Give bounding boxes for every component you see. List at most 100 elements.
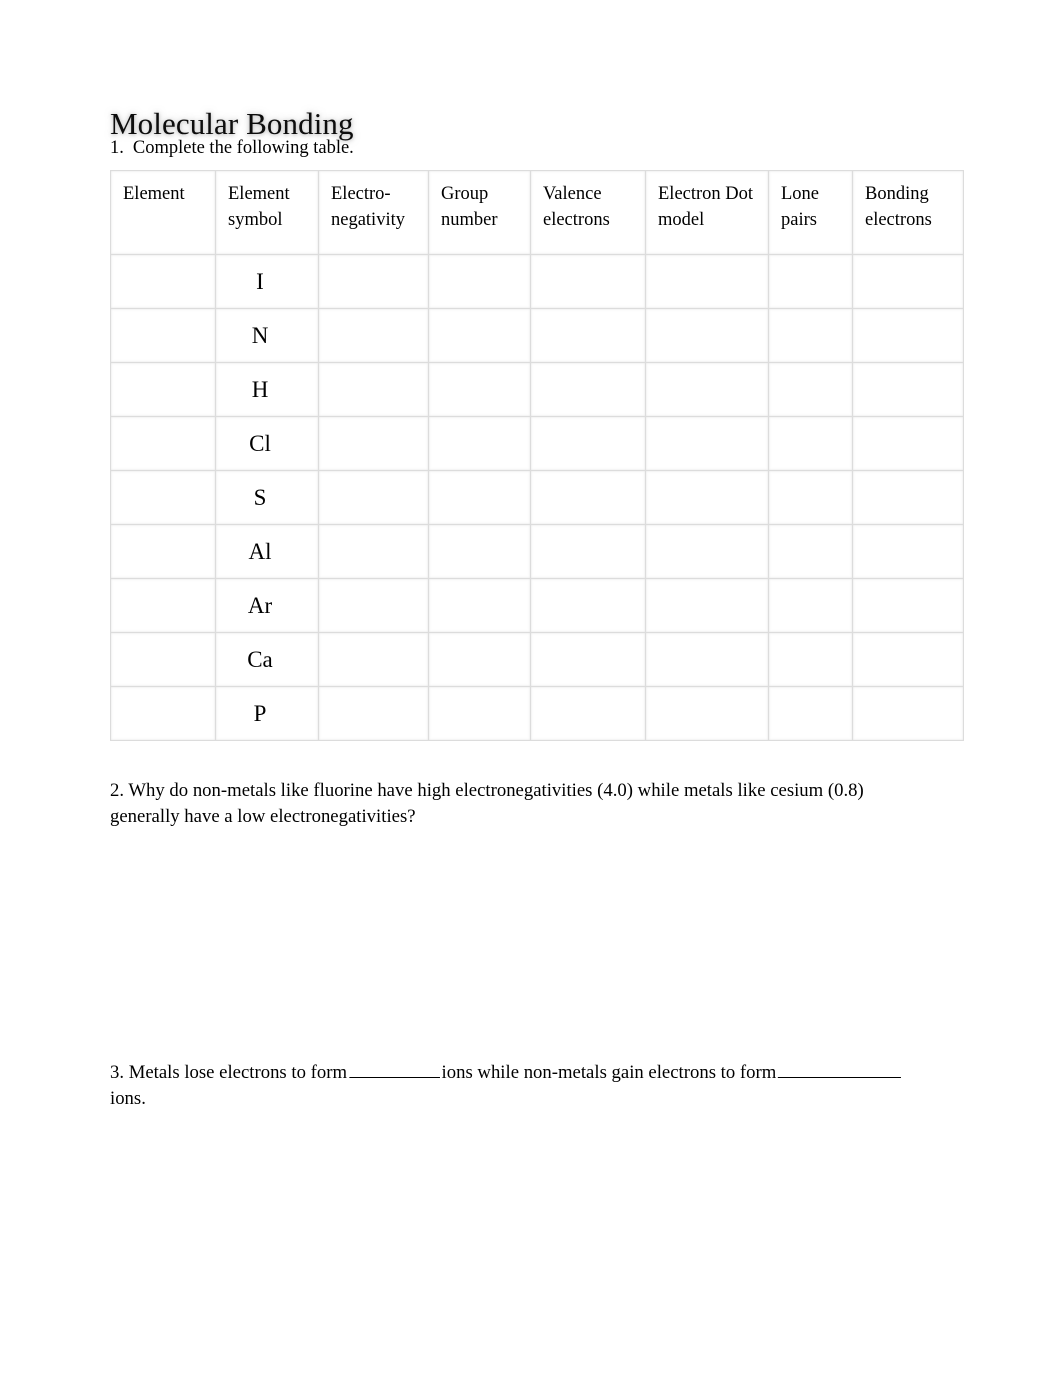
cell-element-symbol: I [215,254,319,309]
cell-valence-electrons[interactable] [530,254,646,309]
cell-element-symbol: P [215,686,319,741]
cell-bonding-electrons[interactable] [852,470,964,525]
cell-electronegativity[interactable] [318,254,429,309]
cell-valence-electrons[interactable] [530,470,646,525]
cell-electronegativity[interactable] [318,524,429,579]
cell-valence-electrons[interactable] [530,686,646,741]
question-1-number: 1. [110,138,124,158]
cell-element[interactable] [110,578,216,633]
question-3-part-c: ions. [110,1087,146,1109]
table-row: Cl [110,416,964,471]
cell-electron-dot-model[interactable] [645,686,769,741]
question-3-blank-2[interactable] [778,1062,902,1078]
cell-valence-electrons[interactable] [530,632,646,687]
cell-bonding-electrons[interactable] [852,362,964,417]
table-row: S [110,470,964,525]
cell-lone-pairs[interactable] [768,362,853,417]
cell-electronegativity[interactable] [318,308,429,363]
column-header-valence-electrons: Valence electrons [530,170,646,255]
cell-group-number[interactable] [428,470,531,525]
question-3-blank-1[interactable] [348,1062,440,1078]
cell-element[interactable] [110,686,216,741]
cell-electron-dot-model[interactable] [645,632,769,687]
cell-electron-dot-model[interactable] [645,524,769,579]
cell-lone-pairs[interactable] [768,254,853,309]
cell-electron-dot-model[interactable] [645,416,769,471]
cell-valence-electrons[interactable] [530,416,646,471]
cell-group-number[interactable] [428,308,531,363]
question-3: 3. Metals lose electrons to form ions whi… [110,1060,937,1111]
cell-bonding-electrons[interactable] [852,524,964,579]
cell-element[interactable] [110,416,216,471]
cell-lone-pairs[interactable] [768,470,853,525]
column-header-element: Element [110,170,216,255]
cell-electronegativity[interactable] [318,362,429,417]
cell-lone-pairs[interactable] [768,416,853,471]
cell-element-symbol: Ca [215,632,319,687]
element-table-container: Element Element symbol Electro- negativi… [110,170,964,741]
cell-electron-dot-model[interactable] [645,254,769,309]
cell-valence-electrons[interactable] [530,362,646,417]
cell-lone-pairs[interactable] [768,632,853,687]
cell-electronegativity[interactable] [318,416,429,471]
cell-electronegativity[interactable] [318,470,429,525]
column-header-electronegativity: Electro- negativity [318,170,429,255]
table-header-row: Element Element symbol Electro- negativi… [110,170,964,255]
cell-element[interactable] [110,632,216,687]
column-header-group-number: Group number [428,170,531,255]
cell-valence-electrons[interactable] [530,578,646,633]
cell-electron-dot-model[interactable] [645,362,769,417]
cell-electron-dot-model[interactable] [645,470,769,525]
cell-electronegativity[interactable] [318,632,429,687]
cell-bonding-electrons[interactable] [852,308,964,363]
cell-electron-dot-model[interactable] [645,308,769,363]
cell-element-symbol: H [215,362,319,417]
cell-group-number[interactable] [428,254,531,309]
cell-lone-pairs[interactable] [768,308,853,363]
cell-group-number[interactable] [428,416,531,471]
cell-bonding-electrons[interactable] [852,632,964,687]
cell-lone-pairs[interactable] [768,524,853,579]
cell-element[interactable] [110,524,216,579]
column-header-electron-dot-model: Electron Dot model [645,170,769,255]
cell-valence-electrons[interactable] [530,524,646,579]
element-properties-table: Element Element symbol Electro- negativi… [110,170,964,741]
cell-element[interactable] [110,308,216,363]
cell-bonding-electrons[interactable] [852,254,964,309]
cell-group-number[interactable] [428,632,531,687]
cell-element[interactable] [110,362,216,417]
table-row: N [110,308,964,363]
cell-group-number[interactable] [428,578,531,633]
table-row: P [110,686,964,741]
cell-element-symbol: Ar [215,578,319,633]
table-body: I N H Cl S Al Ar Ca P [110,254,964,741]
question-2-text: 2. Why do non-metals like fluorine have … [110,780,864,827]
cell-lone-pairs[interactable] [768,686,853,741]
cell-electronegativity[interactable] [318,578,429,633]
cell-valence-electrons[interactable] [530,308,646,363]
cell-element[interactable] [110,254,216,309]
question-1-text: Complete the following table. [132,138,354,158]
cell-electron-dot-model[interactable] [645,578,769,633]
question-3-part-b: ions while non-metals gain electrons to … [441,1062,777,1083]
cell-bonding-electrons[interactable] [852,686,964,741]
table-row: Al [110,524,964,579]
cell-element-symbol: Cl [215,416,319,471]
cell-bonding-electrons[interactable] [852,578,964,633]
question-3-part-a: 3. Metals lose electrons to form [110,1062,348,1083]
column-header-bonding-electrons: Bonding electrons [852,170,964,255]
cell-group-number[interactable] [428,686,531,741]
table-row: Ar [110,578,964,633]
table-row: H [110,362,964,417]
cell-electronegativity[interactable] [318,686,429,741]
question-1-prompt: 1. Complete the following table. [110,136,354,160]
table-row: Ca [110,632,964,687]
cell-lone-pairs[interactable] [768,578,853,633]
cell-group-number[interactable] [428,362,531,417]
cell-bonding-electrons[interactable] [852,416,964,471]
worksheet-page: Molecular Bonding 1. Complete the followi… [0,0,1062,1377]
column-header-lone-pairs: Lone pairs [768,170,853,255]
cell-element[interactable] [110,470,216,525]
cell-group-number[interactable] [428,524,531,579]
table-row: I [110,254,964,309]
